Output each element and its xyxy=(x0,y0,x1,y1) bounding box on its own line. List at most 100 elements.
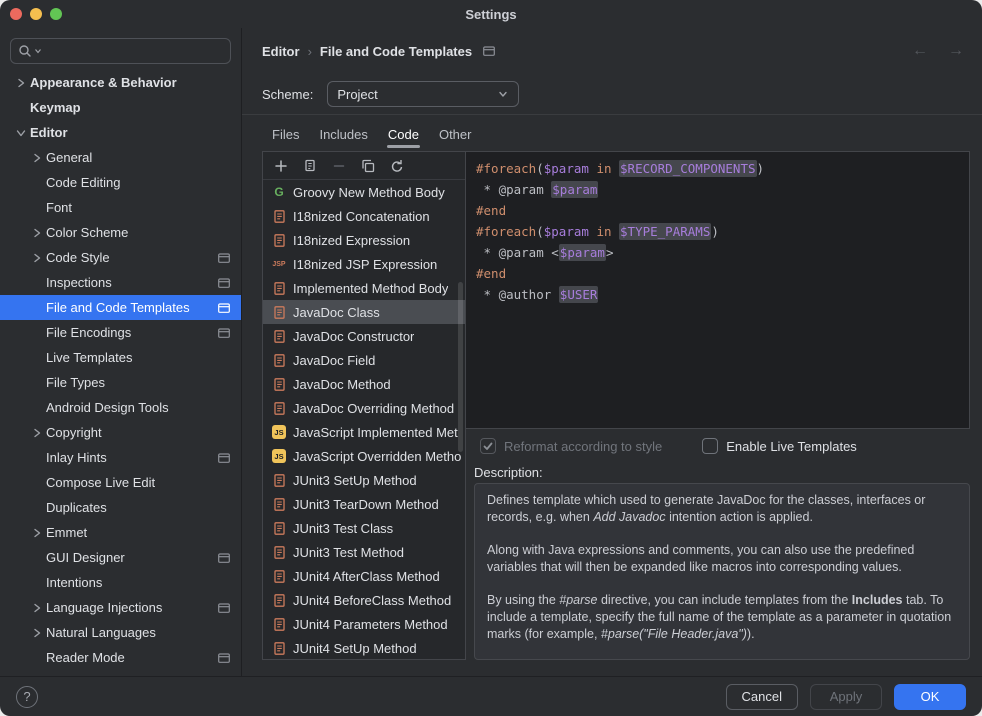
chevron-spacer xyxy=(28,320,46,345)
sidebar-item-label: Compose Live Edit xyxy=(46,475,155,490)
remove-template-button[interactable] xyxy=(331,158,347,174)
chevron-right-icon[interactable] xyxy=(28,420,46,445)
template-item-javadoc-method[interactable]: JavaDoc Method xyxy=(263,372,465,396)
sidebar-item-font[interactable]: Font xyxy=(0,195,241,220)
template-item-i18nized-jsp-expression[interactable]: JSPI18nized JSP Expression xyxy=(263,252,465,276)
template-item-junit3-teardown-method[interactable]: JUnit3 TearDown Method xyxy=(263,492,465,516)
template-item-junit3-setup-method[interactable]: JUnit3 SetUp Method xyxy=(263,468,465,492)
sidebar-item-inlay-hints[interactable]: Inlay Hints xyxy=(0,445,241,470)
template-item-junit3-test-method[interactable]: JUnit3 Test Method xyxy=(263,540,465,564)
sidebar-item-gui-designer[interactable]: GUI Designer xyxy=(0,545,241,570)
template-item-javascript-implemented-met[interactable]: JSJavaScript Implemented Met xyxy=(263,420,465,444)
code-line: * @param $param xyxy=(476,179,959,200)
sidebar-item-editor[interactable]: Editor xyxy=(0,120,241,145)
template-item-javadoc-class[interactable]: JavaDoc Class xyxy=(263,300,465,324)
sidebar-item-inspections[interactable]: Inspections xyxy=(0,270,241,295)
sidebar-item-copyright[interactable]: Copyright xyxy=(0,420,241,445)
template-item-i18nized-expression[interactable]: I18nized Expression xyxy=(263,228,465,252)
sidebar-item-android-design-tools[interactable]: Android Design Tools xyxy=(0,395,241,420)
sidebar-item-file-and-code-templates[interactable]: File and Code Templates xyxy=(0,295,241,320)
template-item-junit4-afterclass-method[interactable]: JUnit4 AfterClass Method xyxy=(263,564,465,588)
template-item-javadoc-overriding-method[interactable]: JavaDoc Overriding Method xyxy=(263,396,465,420)
sidebar-item-code-editing[interactable]: Code Editing xyxy=(0,170,241,195)
sidebar-item-compose-live-edit[interactable]: Compose Live Edit xyxy=(0,470,241,495)
template-item-javadoc-constructor[interactable]: JavaDoc Constructor xyxy=(263,324,465,348)
sidebar-item-color-scheme[interactable]: Color Scheme xyxy=(0,220,241,245)
sidebar-item-code-style[interactable]: Code Style xyxy=(0,245,241,270)
chevron-spacer xyxy=(28,370,46,395)
chevron-down-icon[interactable] xyxy=(12,120,30,145)
template-item-junit4-beforeclass-method[interactable]: JUnit4 BeforeClass Method xyxy=(263,588,465,612)
window-title: Settings xyxy=(465,7,516,22)
add-template-button[interactable] xyxy=(273,158,289,174)
template-item-implemented-method-body[interactable]: Implemented Method Body xyxy=(263,276,465,300)
sidebar-item-appearance-behavior[interactable]: Appearance & Behavior xyxy=(0,70,241,95)
template-item-javascript-overridden-metho[interactable]: JSJavaScript Overridden Metho xyxy=(263,444,465,468)
tab-files[interactable]: Files xyxy=(262,117,309,151)
chevron-right-icon[interactable] xyxy=(28,620,46,645)
template-item-i18nized-concatenation[interactable]: I18nized Concatenation xyxy=(263,204,465,228)
copy-template-button[interactable] xyxy=(302,158,318,174)
chevron-right-icon[interactable] xyxy=(28,520,46,545)
template-item-junit3-test-class[interactable]: JUnit3 Test Class xyxy=(263,516,465,540)
description-paragraph: Along with Java expressions and comments… xyxy=(487,542,957,576)
cancel-button[interactable]: Cancel xyxy=(726,684,798,710)
chevron-right-icon[interactable] xyxy=(28,145,46,170)
tab-other[interactable]: Other xyxy=(429,117,482,151)
checkbox-checked-icon xyxy=(480,438,496,454)
breadcrumb-item-file-and-code-templates[interactable]: File and Code Templates xyxy=(320,44,472,59)
chevron-right-icon[interactable] xyxy=(28,595,46,620)
template-icon xyxy=(271,209,287,224)
help-button[interactable]: ? xyxy=(16,686,38,708)
tab-code[interactable]: Code xyxy=(378,117,429,151)
sidebar-item-reader-mode[interactable]: Reader Mode xyxy=(0,645,241,670)
reformat-according-to-style-checkbox[interactable]: Reformat according to style xyxy=(480,438,662,454)
sidebar-item-live-templates[interactable]: Live Templates xyxy=(0,345,241,370)
sidebar-item-intentions[interactable]: Intentions xyxy=(0,570,241,595)
sidebar-item-duplicates[interactable]: Duplicates xyxy=(0,495,241,520)
close-button[interactable] xyxy=(10,8,22,20)
sidebar-item-label: Font xyxy=(46,200,72,215)
template-item-groovy-new-method-body[interactable]: GGroovy New Method Body xyxy=(263,180,465,204)
template-tabs: FilesIncludesCodeOther xyxy=(262,115,970,151)
chevron-right-icon[interactable] xyxy=(28,220,46,245)
sidebar-item-label: File Types xyxy=(46,375,105,390)
settings-scope-icon xyxy=(217,451,231,465)
ok-button[interactable]: OK xyxy=(894,684,966,710)
sidebar-item-label: General xyxy=(46,150,92,165)
sidebar-item-general[interactable]: General xyxy=(0,145,241,170)
back-button[interactable]: ← xyxy=(912,43,928,59)
apply-button[interactable]: Apply xyxy=(810,684,882,710)
chevron-right-icon[interactable] xyxy=(12,70,30,95)
sidebar-item-file-encodings[interactable]: File Encodings xyxy=(0,320,241,345)
js-icon: JS xyxy=(271,449,287,463)
sidebar-item-emmet[interactable]: Emmet xyxy=(0,520,241,545)
forward-button[interactable]: → xyxy=(948,43,964,59)
template-item-junit4-parameters-method[interactable]: JUnit4 Parameters Method xyxy=(263,612,465,636)
sidebar-item-label: Code Style xyxy=(46,250,110,265)
header-row: Editor›File and Code Templates ← → xyxy=(262,28,970,74)
sidebar-item-label: Keymap xyxy=(30,100,81,115)
breadcrumb: Editor›File and Code Templates xyxy=(262,44,496,59)
template-item-label: JavaDoc Overriding Method xyxy=(293,401,454,416)
template-item-label: JavaDoc Method xyxy=(293,377,391,392)
breadcrumb-item-editor[interactable]: Editor xyxy=(262,44,300,59)
sidebar-item-natural-languages[interactable]: Natural Languages xyxy=(0,620,241,645)
sidebar-item-language-injections[interactable]: Language Injections xyxy=(0,595,241,620)
duplicate-template-button[interactable] xyxy=(360,158,376,174)
enable-live-templates-checkbox[interactable]: Enable Live Templates xyxy=(702,438,857,454)
settings-search-input[interactable] xyxy=(10,38,231,64)
template-item-label: JUnit4 SetUp Method xyxy=(293,641,417,656)
tab-includes[interactable]: Includes xyxy=(309,117,377,151)
minimize-button[interactable] xyxy=(30,8,42,20)
templates-scrollbar[interactable] xyxy=(458,282,463,452)
chevron-right-icon[interactable] xyxy=(28,245,46,270)
revert-template-button[interactable] xyxy=(389,158,405,174)
scheme-select[interactable]: Project xyxy=(327,81,519,107)
maximize-button[interactable] xyxy=(50,8,62,20)
sidebar-item-file-types[interactable]: File Types xyxy=(0,370,241,395)
template-editor[interactable]: #foreach($param in $RECORD_COMPONENTS) *… xyxy=(466,151,970,429)
sidebar-item-keymap[interactable]: Keymap xyxy=(0,95,241,120)
template-item-junit4-setup-method[interactable]: JUnit4 SetUp Method xyxy=(263,636,465,659)
template-item-javadoc-field[interactable]: JavaDoc Field xyxy=(263,348,465,372)
